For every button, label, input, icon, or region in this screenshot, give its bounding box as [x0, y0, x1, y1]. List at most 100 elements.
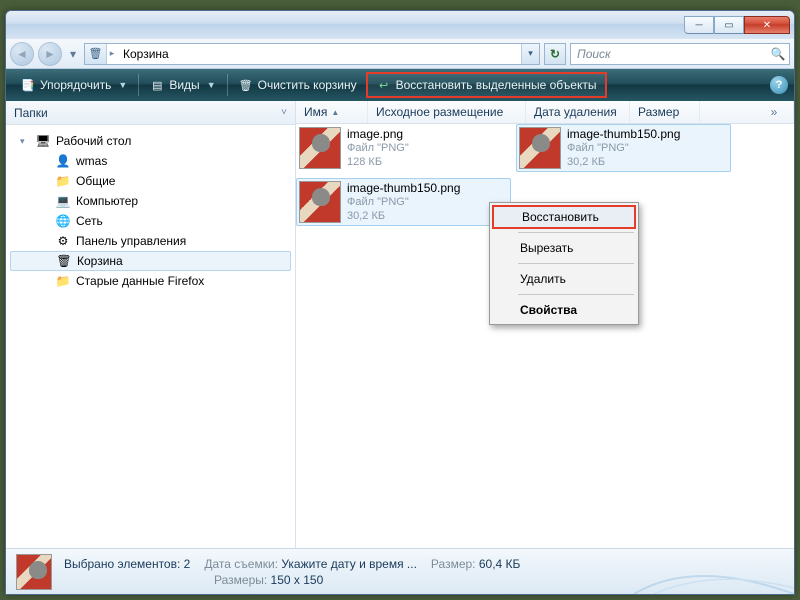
- tree-item-label: Компьютер: [76, 194, 138, 208]
- col-more[interactable]: »: [700, 101, 794, 123]
- empty-bin-label: Очистить корзину: [258, 78, 357, 92]
- ctx-delete[interactable]: Удалить: [492, 267, 636, 291]
- empty-bin-button[interactable]: 🗑 Очистить корзину: [230, 72, 366, 98]
- organize-button[interactable]: 📑 Упорядочить ▼: [12, 72, 136, 98]
- selection-thumbnail: [16, 554, 52, 590]
- file-item[interactable]: image.pngФайл "PNG"128 КБ: [296, 124, 511, 172]
- close-button[interactable]: ✕: [744, 16, 790, 34]
- date-taken-value[interactable]: Укажите дату и время ...: [281, 557, 417, 571]
- tree-item-public[interactable]: 📁 Общие: [10, 171, 291, 191]
- tree-item-label: Общие: [76, 174, 115, 188]
- recycle-icon: 🗑: [56, 253, 72, 269]
- more-columns-icon[interactable]: »: [763, 101, 785, 123]
- tree-item-label: Панель управления: [76, 234, 186, 248]
- folders-title: Папки: [14, 106, 48, 120]
- tree-item-folder[interactable]: 📁 Старые данные Firefox: [10, 271, 291, 291]
- col-delete-date[interactable]: Дата удаления: [526, 101, 630, 123]
- forward-button[interactable]: ►: [38, 42, 62, 66]
- ctx-cut[interactable]: Вырезать: [492, 236, 636, 260]
- tree-item-cpanel[interactable]: ⚙ Панель управления: [10, 231, 291, 251]
- details-pane: Выбрано элементов: 2 Дата съемки: Укажит…: [6, 548, 794, 594]
- help-button[interactable]: ?: [770, 76, 788, 94]
- history-dropdown[interactable]: ▾: [66, 42, 80, 66]
- file-list[interactable]: image-thumb150.pngФайл "PNG"30,2 КБimage…: [296, 124, 794, 548]
- titlebar[interactable]: ─ ▭ ✕: [6, 11, 794, 39]
- breadcrumb-chevron-icon[interactable]: ▸: [107, 48, 117, 59]
- computer-icon: 💻: [55, 193, 71, 209]
- tree-item-computer[interactable]: 💻 Компьютер: [10, 191, 291, 211]
- tree-item-recycle[interactable]: 🗑 Корзина: [10, 251, 291, 271]
- size-value: 60,4 КБ: [479, 557, 521, 571]
- separator: [518, 232, 634, 233]
- views-button[interactable]: ▤ Виды ▼: [141, 72, 224, 98]
- refresh-button[interactable]: ↻: [544, 43, 566, 65]
- address-bar[interactable]: 🗑 ▸ Корзина ▾: [84, 43, 540, 65]
- empty-bin-icon: 🗑: [239, 78, 253, 92]
- restore-selected-button[interactable]: ↩ Восстановить выделенные объекты: [366, 72, 608, 98]
- recycle-bin-icon: 🗑: [85, 44, 107, 64]
- public-icon: 📁: [55, 173, 71, 189]
- file-size: 128 КБ: [347, 155, 409, 169]
- minimize-button[interactable]: ─: [684, 16, 714, 34]
- dimensions-label: Размеры:: [214, 573, 267, 587]
- dimensions-value: 150 x 150: [271, 573, 324, 587]
- restore-selected-label: Восстановить выделенные объекты: [396, 78, 597, 92]
- file-type: Файл "PNG": [347, 195, 460, 209]
- file-area: Имя Исходное размещение Дата удаления Ра…: [296, 101, 794, 548]
- selected-count: 2: [184, 557, 191, 571]
- cpanel-icon: ⚙: [55, 233, 71, 249]
- maximize-button[interactable]: ▭: [714, 16, 744, 34]
- organize-icon: 📑: [21, 78, 35, 92]
- file-type: Файл "PNG": [347, 141, 409, 155]
- tree-item-user[interactable]: 👤wmas: [10, 151, 291, 171]
- file-item[interactable]: image-thumb150.pngФайл "PNG"30,2 КБ: [516, 124, 731, 172]
- folder-tree: ▾ 🖥 Рабочий стол 👤wmas 📁 Общие 💻 Компьютер 🌐 Сеть…: [6, 125, 295, 548]
- file-name: image.png: [347, 127, 409, 141]
- folders-pane: Папки ˅ ▾ 🖥 Рабочий стол 👤wmas 📁 Общие 💻 Компью…: [6, 101, 296, 548]
- tree-item-label: Корзина: [77, 254, 123, 268]
- tree-item-desktop[interactable]: ▾ 🖥 Рабочий стол: [10, 131, 291, 151]
- tree-item-label: Сеть: [76, 214, 103, 228]
- separator: [518, 294, 634, 295]
- ctx-restore[interactable]: Восстановить: [492, 205, 636, 229]
- breadcrumb[interactable]: Корзина: [117, 47, 175, 61]
- tree-item-label: Старые данные Firefox: [76, 274, 204, 288]
- folder-icon: 📁: [55, 273, 71, 289]
- search-icon[interactable]: 🔍: [767, 44, 789, 64]
- column-headers: Имя Исходное размещение Дата удаления Ра…: [296, 101, 794, 124]
- collapse-icon[interactable]: ˅: [281, 107, 287, 118]
- file-item[interactable]: image-thumb150.pngФайл "PNG"30,2 КБ: [296, 178, 511, 226]
- expand-icon[interactable]: ▾: [20, 136, 30, 147]
- navigation-bar: ◄ ► ▾ 🗑 ▸ Корзина ▾ ↻ Поиск 🔍: [6, 39, 794, 69]
- tree-item-label: Рабочий стол: [56, 134, 131, 148]
- separator: [518, 263, 634, 264]
- col-size[interactable]: Размер: [630, 101, 700, 123]
- explorer-window: ─ ▭ ✕ ◄ ► ▾ 🗑 ▸ Корзина ▾ ↻ Поиск 🔍 📑 Уп…: [5, 10, 795, 595]
- separator: [138, 74, 139, 96]
- separator: [227, 74, 228, 96]
- col-name[interactable]: Имя: [296, 101, 368, 123]
- organize-label: Упорядочить: [40, 78, 111, 92]
- address-dropdown[interactable]: ▾: [521, 44, 539, 64]
- tree-item-network[interactable]: 🌐 Сеть: [10, 211, 291, 231]
- folders-header[interactable]: Папки ˅: [6, 101, 295, 125]
- search-placeholder: Поиск: [577, 47, 611, 61]
- ctx-properties[interactable]: Свойства: [492, 298, 636, 322]
- desktop-icon: 🖥: [35, 133, 51, 149]
- command-bar: 📑 Упорядочить ▼ ▤ Виды ▼ 🗑 Очистить корз…: [6, 69, 794, 101]
- context-menu: Восстановить Вырезать Удалить Свойства: [489, 202, 639, 325]
- file-thumbnail: [299, 181, 341, 223]
- tree-item-label: wmas: [76, 154, 107, 168]
- size-label: Размер:: [431, 557, 476, 571]
- col-original-location[interactable]: Исходное размещение: [368, 101, 526, 123]
- date-taken-label: Дата съемки:: [204, 557, 278, 571]
- back-button[interactable]: ◄: [10, 42, 34, 66]
- network-icon: 🌐: [55, 213, 71, 229]
- file-type: Файл "PNG": [567, 141, 680, 155]
- selected-label: Выбрано элементов:: [64, 557, 180, 571]
- search-input[interactable]: Поиск 🔍: [570, 43, 790, 65]
- file-size: 30,2 КБ: [347, 209, 460, 223]
- views-icon: ▤: [150, 78, 164, 92]
- decorative-swoosh: [634, 548, 794, 594]
- chevron-down-icon: ▼: [207, 80, 216, 90]
